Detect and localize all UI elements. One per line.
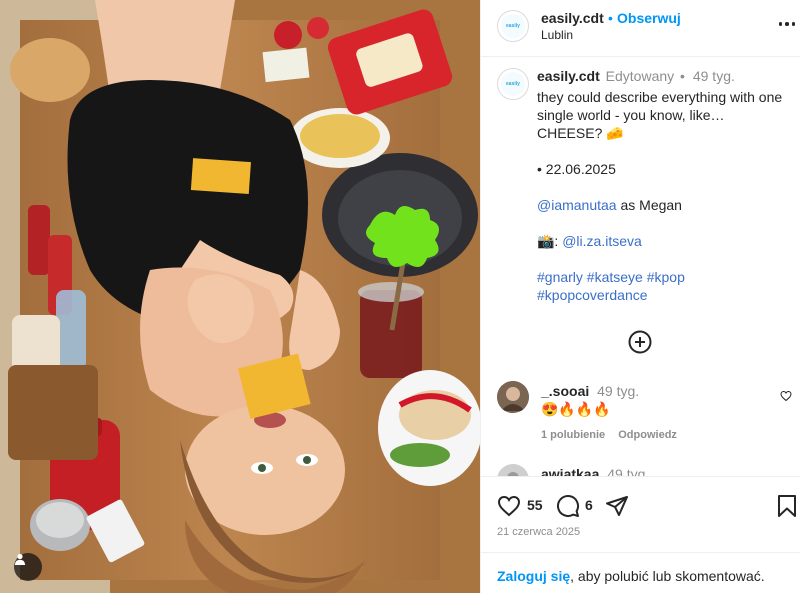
comments-section[interactable]: easily easily.cdt Edytowany • 49 tyg. th… [481, 58, 800, 476]
comment-count[interactable]: 6 [585, 497, 593, 513]
commenter-username[interactable]: _.sooai [541, 383, 589, 399]
comment-header: _.sooai 49 tyg. [541, 383, 639, 399]
caption-line: CHEESE? 🧀 [537, 125, 624, 141]
comment-header: awiatkaa 49 tyg. [541, 466, 649, 476]
edited-label: Edytowany [605, 68, 675, 84]
comment-text: 😍🔥🔥🔥 [541, 401, 611, 417]
follow-button[interactable]: Obserwuj [617, 10, 681, 26]
caption-line: single world - you know, like… [537, 107, 725, 123]
comment-time[interactable]: 49 tyg. [597, 383, 639, 399]
caption-line: they could describe everything with one [537, 89, 783, 105]
post-location[interactable]: Lublin [541, 28, 573, 42]
login-prompt: Zaloguj się, aby polubić lub skomentować… [481, 552, 800, 593]
avatar-logo: easily [501, 14, 525, 38]
reply-button[interactable]: Odpowiedz [618, 429, 677, 441]
caption-photo-credit-line: 📸: @li.za.itseva [537, 232, 792, 250]
follow-separator: • [608, 10, 613, 26]
post-photo-illustration [0, 0, 480, 593]
user-tag-icon[interactable] [14, 553, 42, 581]
avatar-logo: easily [501, 72, 525, 96]
caption-separator: • [680, 68, 685, 84]
login-link[interactable]: Zaloguj się [497, 568, 570, 584]
comment-bubble-icon[interactable] [556, 494, 580, 518]
heart-icon[interactable] [780, 389, 792, 402]
camera-emoji: 📸: [537, 233, 563, 249]
commenter-avatar[interactable] [497, 381, 529, 413]
heart-icon[interactable] [497, 494, 521, 518]
caption-time[interactable]: 49 tyg. [693, 68, 735, 84]
caption-header: easily.cdt Edytowany • 49 tyg. [537, 68, 792, 84]
paper-plane-icon[interactable] [605, 494, 629, 518]
caption-date-line: • 22.06.2025 [537, 161, 616, 177]
caption-username[interactable]: easily.cdt [537, 68, 600, 84]
caption-text: they could describe everything with one … [537, 88, 792, 304]
commenter-avatar[interactable] [497, 464, 529, 476]
author-username[interactable]: easily.cdt [541, 10, 604, 26]
post-date[interactable]: 21 czerwca 2025 [497, 526, 580, 538]
caption-author-avatar[interactable]: easily [497, 68, 529, 100]
login-prompt-text: , aby polubić lub skomentować. [570, 568, 765, 584]
post-header: easily easily.cdt • Obserwuj Lublin [481, 0, 800, 57]
like-count[interactable]: 55 [527, 497, 543, 513]
comment-like-count[interactable]: 1 polubienie [541, 429, 605, 441]
author-avatar[interactable]: easily [497, 10, 529, 42]
post-actions: 55 6 21 czerwca 2025 Zaloguj się, aby po… [481, 476, 800, 593]
comment-time[interactable]: 49 tyg. [607, 466, 649, 476]
hashtag-links[interactable]: #kpopcoverdance [537, 286, 792, 304]
hashtag-links[interactable]: #gnarly #katseye #kpop [537, 268, 792, 286]
caption-mention-line: @iamanutaa as Megan [537, 196, 792, 214]
post-side-panel: easily easily.cdt • Obserwuj Lublin easi… [480, 0, 800, 593]
mention-link[interactable]: @li.za.itseva [562, 233, 642, 249]
plus-circle-icon[interactable] [628, 330, 652, 354]
mention-suffix: as Megan [616, 197, 682, 213]
comment-meta: 1 polubienie Odpowiedz [541, 429, 677, 441]
post-photo[interactable] [0, 0, 480, 593]
more-options-icon[interactable] [779, 15, 795, 33]
commenter-username[interactable]: awiatkaa [541, 466, 599, 476]
mention-link[interactable]: @iamanutaa [537, 197, 617, 213]
bookmark-icon[interactable] [777, 494, 797, 518]
